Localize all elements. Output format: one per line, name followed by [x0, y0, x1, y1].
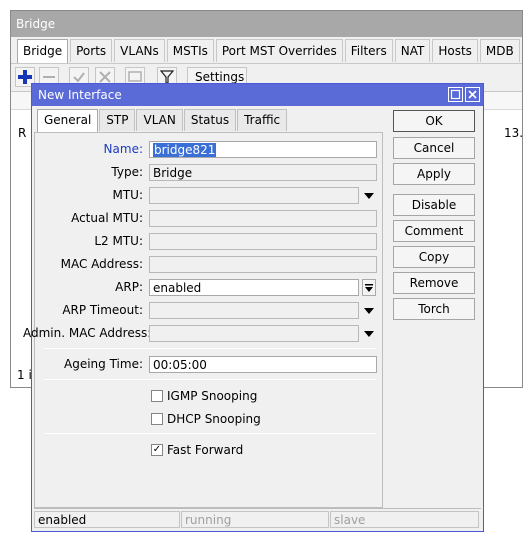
igmp-snooping-label: IGMP Snooping	[167, 389, 258, 403]
plus-icon	[18, 70, 32, 84]
tab-status[interactable]: Status	[183, 109, 237, 131]
tab-nat[interactable]: NAT	[394, 39, 431, 62]
igmp-snooping-checkbox[interactable]	[151, 390, 163, 402]
arp-timeout-field[interactable]	[149, 302, 359, 319]
name-label: Name:	[103, 142, 143, 156]
mac-address-field	[149, 256, 377, 273]
mtu-dropdown-chevron-down-icon[interactable]	[364, 193, 374, 199]
remove-button[interactable]: Remove	[393, 272, 475, 294]
check-icon	[73, 72, 85, 83]
tab-traffic[interactable]: Traffic	[237, 109, 288, 131]
tab-vlans[interactable]: VLANs	[114, 39, 165, 62]
bridge-tab-bar: Bridge Ports VLANs MSTIs Port MST Overri…	[17, 39, 522, 63]
arp-label: ARP:	[115, 280, 143, 294]
cross-icon	[99, 71, 111, 83]
separator	[44, 433, 376, 434]
arp-dropdown-button[interactable]	[362, 279, 376, 296]
status-slave: slave	[330, 511, 479, 528]
bridge-window-title: Bridge	[11, 11, 522, 37]
separator	[44, 379, 376, 380]
dialog-title: New Interface	[38, 88, 122, 102]
tab-general[interactable]: General	[37, 109, 99, 132]
dialog-status-bar: enabled running slave	[34, 508, 481, 529]
copy-button[interactable]: Copy	[393, 246, 475, 268]
ageing-time-label: Ageing Time:	[64, 357, 143, 371]
tab-hosts[interactable]: Hosts	[432, 39, 478, 62]
torch-button[interactable]: Torch	[393, 298, 475, 320]
ageing-time-field[interactable]: 00:05:00	[149, 356, 377, 373]
tab-vlan[interactable]: VLAN	[136, 109, 183, 131]
tab-bridge[interactable]: Bridge	[17, 39, 69, 63]
row-flag: R	[18, 126, 27, 140]
l2-mtu-field	[149, 233, 377, 250]
new-interface-dialog: New Interface General STP VLAN Status Tr…	[23, 83, 484, 532]
admin-mac-label: Admin. MAC Address:	[23, 326, 152, 340]
fast-forward-checkbox[interactable]: ✓	[151, 444, 163, 456]
row-value: 13.8	[504, 126, 523, 140]
mac-address-label: MAC Address:	[60, 257, 143, 271]
tab-filters[interactable]: Filters	[344, 39, 393, 62]
close-icon	[468, 90, 477, 99]
tab-mstis[interactable]: MSTIs	[166, 39, 214, 62]
dialog-titlebar[interactable]: New Interface	[32, 84, 483, 106]
status-enabled: enabled	[34, 511, 180, 528]
fast-forward-label: Fast Forward	[167, 443, 244, 457]
ok-button[interactable]: OK	[393, 110, 475, 132]
dhcp-snooping-label: DHCP Snooping	[167, 412, 261, 426]
general-panel: Name: bridge821 Type: Bridge MTU: Actual…	[23, 132, 383, 508]
dhcp-snooping-checkbox[interactable]	[151, 413, 163, 425]
comment-icon	[128, 71, 142, 82]
maximize-icon	[450, 89, 461, 100]
admin-mac-chevron-down-icon[interactable]	[364, 331, 374, 337]
apply-button[interactable]: Apply	[393, 163, 475, 185]
arp-timeout-label: ARP Timeout:	[62, 303, 143, 317]
l2-mtu-label: L2 MTU:	[94, 234, 143, 248]
cancel-button[interactable]: Cancel	[393, 137, 475, 159]
mtu-label: MTU:	[112, 188, 143, 202]
dialog-tab-bar: General STP VLAN Status Traffic	[37, 109, 288, 132]
chevron-down-icon	[365, 283, 373, 292]
mtu-field[interactable]	[149, 187, 359, 204]
arp-select[interactable]: enabled	[149, 279, 359, 296]
comment-button[interactable]: Comment	[393, 220, 475, 242]
close-button[interactable]	[465, 87, 480, 102]
tab-mdb[interactable]: MDB	[479, 39, 520, 62]
maximize-button[interactable]	[448, 87, 463, 102]
status-running: running	[181, 511, 329, 528]
admin-mac-field[interactable]	[149, 325, 359, 342]
actual-mtu-field	[149, 210, 377, 227]
type-label: Type:	[111, 165, 143, 179]
minus-icon	[43, 76, 55, 78]
separator	[44, 348, 376, 349]
tab-ports[interactable]: Ports	[70, 39, 113, 62]
name-value: bridge821	[153, 143, 217, 157]
tab-port-mst-overrides[interactable]: Port MST Overrides	[215, 39, 343, 62]
name-field[interactable]: bridge821	[149, 141, 377, 158]
arp-timeout-chevron-down-icon[interactable]	[364, 308, 374, 314]
actual-mtu-label: Actual MTU:	[71, 211, 143, 225]
filter-icon	[160, 70, 174, 84]
type-field: Bridge	[149, 164, 377, 181]
disable-button[interactable]: Disable	[393, 194, 475, 216]
tab-stp[interactable]: STP	[99, 109, 136, 131]
